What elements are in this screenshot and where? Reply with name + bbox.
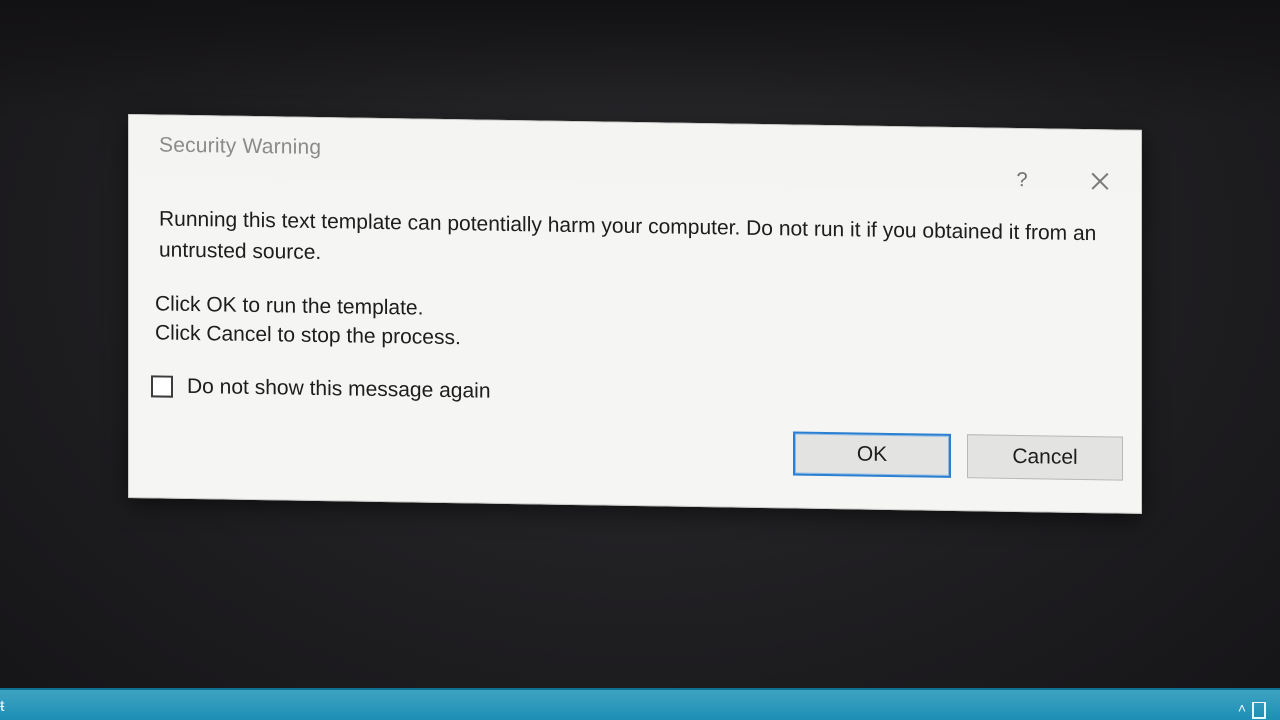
screen-background <box>0 0 1280 120</box>
taskbar-left-icon[interactable]: ŧ <box>0 698 8 716</box>
dialog-title: Security Warning <box>159 133 322 160</box>
warning-message: Running this text template can potential… <box>159 207 1097 265</box>
ok-button[interactable]: OK <box>793 431 951 478</box>
dont-show-again-row[interactable]: Do not show this message again <box>151 371 491 406</box>
help-icon[interactable]: ? <box>1007 165 1037 195</box>
taskbar <box>0 688 1280 720</box>
taskbar-tray-icon[interactable] <box>1252 702 1266 719</box>
close-icon[interactable] <box>1085 166 1115 196</box>
taskbar-up-arrow-icon[interactable]: ˄ <box>1238 700 1246 716</box>
dont-show-again-label[interactable]: Do not show this message again <box>187 375 491 404</box>
dont-show-again-checkbox[interactable] <box>151 375 173 398</box>
security-warning-dialog: Security Warning ? Running this text tem… <box>128 114 1142 514</box>
dialog-titlebar: Security Warning <box>129 115 1141 191</box>
instructions: Click OK to run the template. Click Canc… <box>155 289 855 358</box>
cancel-button[interactable]: Cancel <box>967 434 1123 481</box>
